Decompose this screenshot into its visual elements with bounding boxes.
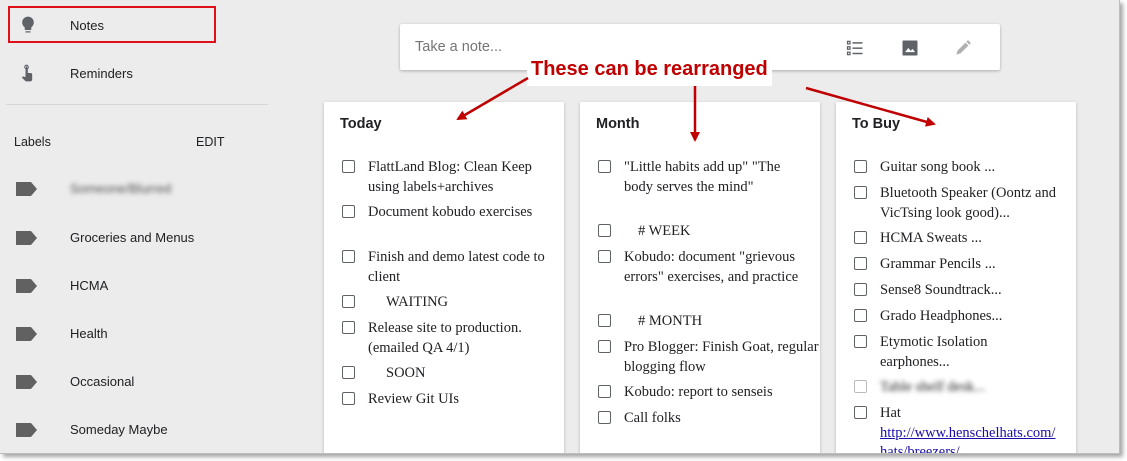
note-title: To Buy [852,116,901,132]
new-drawing-icon[interactable] [953,38,973,58]
checkbox[interactable] [854,186,867,199]
checkbox[interactable] [854,335,867,348]
list-item-text: WAITING [386,294,449,310]
note-card-today[interactable]: Today FlattLand Blog: Clean Keep using l… [324,102,564,453]
sidebar-item-label: Someday Maybe [70,422,168,437]
label-tag-icon [16,327,37,341]
list-item-text: Table shelf desk... [880,379,985,395]
label-tag-icon [16,375,37,389]
list-item-text: # WEEK [638,223,691,239]
checkbox[interactable] [854,309,867,322]
checkbox[interactable] [854,406,867,419]
checkbox[interactable] [598,340,611,353]
checkbox[interactable] [598,314,611,327]
labels-heading: Labels [14,135,51,149]
list-item-text: Guitar song book ... [880,159,996,175]
list-item-text: Kobudo: document "grievous errors" exerc… [624,249,799,285]
sidebar-item-label: Groceries and Menus [70,230,195,245]
sidebar-item-label-2[interactable]: HCMA [0,271,260,301]
new-list-icon[interactable] [845,38,865,58]
list-item-text: Call folks [624,410,681,426]
take-note-placeholder[interactable]: Take a note... [415,39,502,55]
checkbox[interactable] [342,205,355,218]
sidebar: Notes Reminders Labels EDIT Someone/Blur… [0,0,270,453]
list-item-text: Hat http://www.henschelhats.com/hats/bre… [880,404,1060,454]
checkbox[interactable] [342,250,355,263]
sidebar-item-label: Occasional [70,374,135,389]
sidebar-item-label: Someone/Blurred [70,181,172,196]
sidebar-item-label-1[interactable]: Groceries and Menus [0,223,260,253]
sidebar-item-label-0[interactable]: Someone/Blurred [0,174,260,204]
sidebar-divider [6,104,268,105]
label-tag-icon [16,423,37,437]
checkbox[interactable] [598,160,611,173]
sidebar-item-label-4[interactable]: Occasional [0,367,260,397]
checkbox[interactable] [598,250,611,263]
note-title: Month [596,116,640,132]
list-item-text: HCMA Sweats ... [880,230,982,246]
list-item-text: Pro Blogger: Finish Goat, regular bloggi… [624,339,819,375]
note-title: Today [340,116,382,132]
list-item-text: Review Git UIs [368,391,460,407]
list-item-text: "Little habits add up" "The body serves … [624,159,781,195]
list-item-text: Release site to production. (emailed QA … [368,320,522,356]
keep-window: Notes Reminders Labels EDIT Someone/Blur… [0,0,1120,454]
checkbox[interactable] [342,392,355,405]
hat-label: Hat [880,405,901,421]
checkbox[interactable] [854,160,867,173]
checkbox[interactable] [342,295,355,308]
list-item-text: Document kobudo exercises [368,204,533,220]
list-item-text: Grado Headphones... [880,308,1003,324]
sidebar-item-label: Health [70,326,108,341]
list-item-text: Finish and demo latest code to client [368,249,545,285]
list-item-text: # MONTH [638,313,703,329]
list-item-text: FlattLand Blog: Clean Keep using labels+… [368,159,532,195]
note-card-month[interactable]: Month "Little habits add up" "The body s… [580,102,820,453]
list-item-text: SOON [386,365,426,381]
list-item-text: Etymotic Isolation earphones... [880,334,988,370]
sidebar-item-reminders[interactable]: Reminders [8,55,218,91]
label-tag-icon [16,279,37,293]
list-item-text: Bluetooth Speaker (Oontz and VicTsing lo… [880,185,1056,221]
sidebar-item-label-3[interactable]: Health [0,319,260,349]
checkbox[interactable] [342,160,355,173]
reminder-finger-icon [21,64,33,82]
checkbox[interactable] [854,231,867,244]
list-item-text: Grammar Pencils ... [880,256,996,272]
sidebar-item-label: Reminders [70,65,133,81]
edit-labels-button[interactable]: EDIT [196,135,224,149]
checkbox[interactable] [598,385,611,398]
notes-highlight-box [8,6,216,43]
hat-link[interactable]: http://www.henschelhats.com/hats/breezer… [880,425,1055,454]
list-item-text: Sense8 Soundtrack... [880,282,1002,298]
checkbox[interactable] [598,224,611,237]
list-item-text: Kobudo: report to senseis [624,384,773,400]
checkbox[interactable] [342,366,355,379]
checkbox[interactable] [854,283,867,296]
sidebar-item-label-5[interactable]: Someday Maybe [0,415,260,445]
label-tag-icon [16,182,37,196]
sidebar-item-label: HCMA [70,278,109,293]
new-image-icon[interactable] [900,38,920,58]
checkbox[interactable] [342,321,355,334]
checkbox[interactable] [854,380,867,393]
rearrange-callout: These can be rearranged [527,56,772,86]
label-tag-icon [16,231,37,245]
checkbox[interactable] [854,257,867,270]
note-card-to-buy[interactable]: To Buy Guitar song book ... Bluetooth Sp… [836,102,1076,454]
checkbox[interactable] [598,411,611,424]
